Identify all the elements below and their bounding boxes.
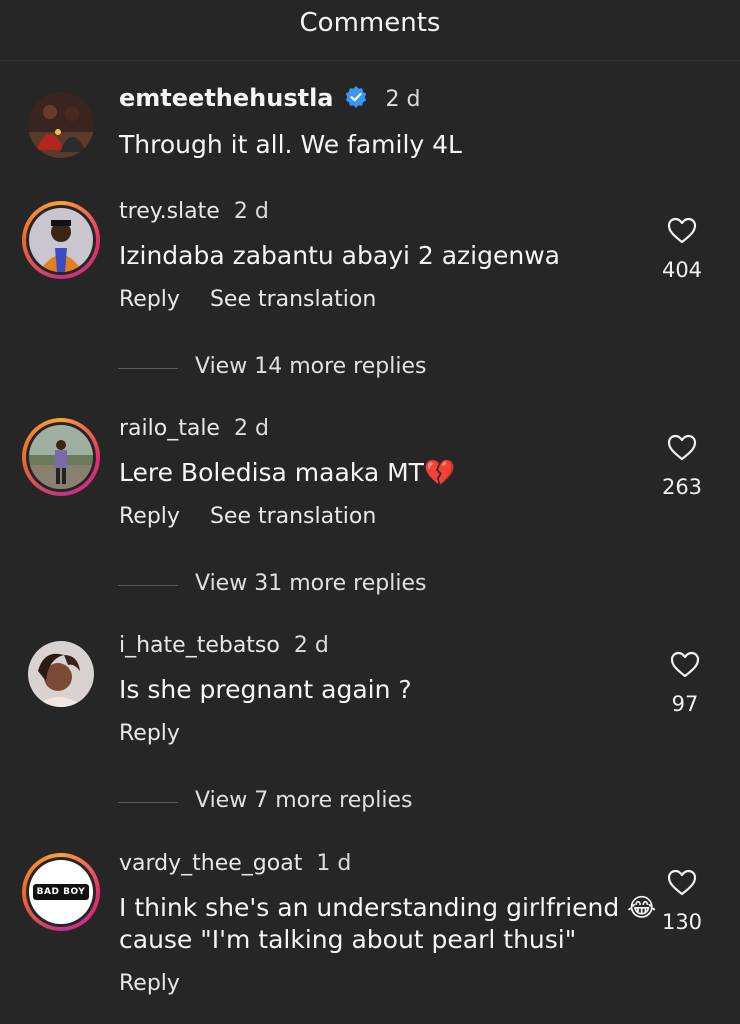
username[interactable]: emteethehustla bbox=[119, 84, 334, 112]
comment-text: Through it all. We family 4L bbox=[119, 130, 462, 159]
comment-actions: Reply See translation bbox=[119, 287, 406, 312]
like-count: 263 bbox=[661, 475, 703, 499]
comment-text: Lere Boledisa maaka MT💔 bbox=[119, 458, 456, 487]
comment-actions: Reply bbox=[119, 721, 210, 746]
view-more-label[interactable]: View 7 more replies bbox=[195, 788, 412, 813]
comment-header: i_hate_tebatso 2 d bbox=[119, 633, 329, 658]
comment-actions: Reply See translation bbox=[119, 504, 406, 529]
comment-header: emteethehustla 2 d bbox=[119, 84, 420, 115]
heart-icon[interactable] bbox=[667, 434, 697, 461]
avatar[interactable] bbox=[22, 418, 100, 496]
comment-header: trey.slate 2 d bbox=[119, 199, 269, 224]
avatar[interactable] bbox=[28, 641, 94, 707]
heart-icon[interactable] bbox=[670, 651, 700, 678]
verified-badge-icon bbox=[344, 85, 368, 115]
divider bbox=[118, 368, 178, 369]
view-more-label[interactable]: View 31 more replies bbox=[195, 571, 426, 596]
comment-header: vardy_thee_goat 1 d bbox=[119, 851, 351, 876]
reply-button[interactable]: Reply bbox=[119, 721, 180, 746]
comment-actions: Reply bbox=[119, 971, 210, 996]
header-title: Comments bbox=[299, 8, 441, 38]
comment-text: Is she pregnant again ? bbox=[119, 675, 412, 704]
reply-button[interactable]: Reply bbox=[119, 287, 180, 312]
username[interactable]: vardy_thee_goat bbox=[119, 851, 302, 876]
username[interactable]: i_hate_tebatso bbox=[119, 633, 280, 658]
avatar[interactable]: BAD BOY bbox=[22, 853, 100, 931]
view-more-label[interactable]: View 14 more replies bbox=[195, 354, 426, 379]
like-count: 130 bbox=[661, 910, 703, 934]
comment-header: railo_tale 2 d bbox=[119, 416, 269, 441]
timestamp: 2 d bbox=[233, 199, 269, 224]
heart-icon[interactable] bbox=[667, 869, 697, 896]
username[interactable]: trey.slate bbox=[119, 199, 220, 224]
comment-text-line-1: I think she's an understanding girlfrien… bbox=[119, 893, 657, 922]
like-control[interactable]: 97 bbox=[655, 651, 715, 716]
like-control[interactable]: 263 bbox=[652, 434, 712, 499]
divider bbox=[118, 802, 178, 803]
reply-button[interactable]: Reply bbox=[119, 971, 180, 996]
like-count: 404 bbox=[661, 258, 703, 282]
like-control[interactable]: 404 bbox=[652, 217, 712, 282]
username[interactable]: railo_tale bbox=[119, 416, 220, 441]
divider bbox=[118, 585, 178, 586]
see-translation-button[interactable]: See translation bbox=[210, 287, 376, 312]
heart-icon[interactable] bbox=[667, 217, 697, 244]
timestamp: 1 d bbox=[316, 851, 352, 876]
avatar[interactable] bbox=[22, 201, 100, 279]
avatar[interactable] bbox=[28, 92, 94, 158]
like-count: 97 bbox=[671, 692, 699, 716]
comment-text: Izindaba zabantu abayi 2 azigenwa bbox=[119, 241, 560, 270]
timestamp: 2 d bbox=[233, 416, 269, 441]
like-control[interactable]: 130 bbox=[652, 869, 712, 934]
timestamp: 2 d bbox=[293, 633, 329, 658]
see-translation-button[interactable]: See translation bbox=[210, 504, 376, 529]
comments-header: Comments bbox=[0, 0, 740, 61]
reply-button[interactable]: Reply bbox=[119, 504, 180, 529]
comment-text-line-2: cause "I'm talking about pearl thusi" bbox=[119, 925, 577, 954]
timestamp: 2 d bbox=[385, 87, 421, 112]
avatar-logo: BAD BOY bbox=[32, 884, 90, 900]
